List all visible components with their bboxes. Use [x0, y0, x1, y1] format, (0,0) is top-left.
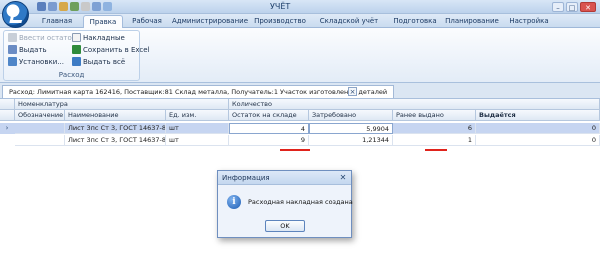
- document-tab[interactable]: Расход: Лимитная карта 162416, Поставщик…: [2, 85, 395, 98]
- settings-label: Установки...: [19, 58, 64, 66]
- tab-main[interactable]: Главная: [33, 15, 81, 28]
- app-logo-icon[interactable]: [2, 1, 29, 28]
- header-group-nomenclature: Номенклатура: [15, 99, 229, 110]
- issue-label: Выдать: [19, 46, 47, 54]
- grid-corner: [0, 99, 15, 110]
- quick-access-folder-icon[interactable]: [59, 2, 68, 11]
- annotation-underline-issued: [425, 149, 447, 151]
- save-to-excel-button[interactable]: Сохранить в Excel: [72, 45, 150, 56]
- table-row[interactable]: Лист 3пс Ст 3, ГОСТ 14637-89 шт 9 1,2134…: [0, 135, 600, 146]
- issue-all-icon: [72, 57, 81, 66]
- quick-access-undo-icon[interactable]: [92, 2, 101, 11]
- cell-stock[interactable]: 4: [229, 123, 309, 134]
- quick-access-save-icon[interactable]: [37, 2, 46, 11]
- issue-all-button[interactable]: Выдать всё: [72, 57, 125, 68]
- cell-requested[interactable]: 1,21344: [309, 135, 393, 146]
- enter-balance-button: Ввести остаток: [8, 33, 76, 44]
- menu-bar: Главная Правка Рабочая Администрирование…: [0, 14, 600, 28]
- ok-button[interactable]: OK: [265, 220, 305, 232]
- dialog-message: Расходная накладная создана: [248, 198, 353, 206]
- cell-issued-before[interactable]: 6: [393, 123, 476, 134]
- tab-production[interactable]: Производство: [252, 15, 308, 28]
- cell-issuing[interactable]: 0: [476, 135, 600, 146]
- cell-issued-before[interactable]: 1: [393, 135, 476, 146]
- header-designation[interactable]: Обозначение: [15, 110, 65, 121]
- maximize-button[interactable]: □: [566, 2, 578, 12]
- tab-preparation[interactable]: Подготовка: [390, 15, 440, 28]
- tab-settings[interactable]: Настройка: [504, 15, 554, 28]
- quick-access-menu-icon[interactable]: [103, 2, 112, 11]
- header-unit[interactable]: Ед. изм.: [166, 110, 229, 121]
- issue-all-label: Выдать всё: [83, 58, 126, 66]
- dialog-close-icon[interactable]: ✕: [338, 173, 348, 183]
- header-requested[interactable]: Затребовано: [309, 110, 393, 121]
- row-indicator-header: [0, 110, 15, 121]
- header-issuing[interactable]: Выдаётся: [476, 110, 600, 121]
- invoices-label: Накладные: [83, 34, 125, 42]
- cell-designation[interactable]: [15, 135, 65, 146]
- quick-access-refresh-icon[interactable]: [70, 2, 79, 11]
- issue-button[interactable]: Выдать: [8, 45, 47, 56]
- settings-button[interactable]: Установки...: [8, 57, 64, 68]
- header-group-quantity: Количество: [229, 99, 600, 110]
- excel-icon: [72, 45, 81, 54]
- ribbon-group-label: Расход: [58, 71, 85, 79]
- invoices-button[interactable]: Накладные: [72, 33, 125, 44]
- document-icon: [72, 33, 81, 42]
- cell-name[interactable]: Лист 3пс Ст 3, ГОСТ 14637-89: [65, 123, 166, 134]
- input-icon: [8, 33, 17, 42]
- info-icon: i: [227, 195, 241, 209]
- close-window-button[interactable]: ✕: [580, 2, 596, 12]
- dialog-title: Информация: [218, 171, 351, 185]
- cell-requested[interactable]: 5,9904: [309, 123, 393, 134]
- tab-administration[interactable]: Администрирование: [171, 15, 249, 28]
- cell-stock[interactable]: 9: [229, 135, 309, 146]
- cell-name[interactable]: Лист 3пс Ст 3, ГОСТ 14637-89: [65, 135, 166, 146]
- title-bar: УЧЁТ – □ ✕: [0, 0, 600, 14]
- cell-issuing[interactable]: 0: [476, 123, 600, 134]
- quick-access-print-icon[interactable]: [81, 2, 90, 11]
- tab-workspace[interactable]: Рабочая: [126, 15, 168, 28]
- table-row[interactable]: › Лист 3пс Ст 3, ГОСТ 14637-89 шт 4 5,99…: [0, 123, 600, 134]
- cell-unit[interactable]: шт: [166, 123, 229, 134]
- current-row-indicator-icon: ›: [5, 124, 9, 132]
- issue-icon: [8, 45, 17, 54]
- info-dialog: Информация ✕ i Расходная накладная созда…: [217, 170, 353, 238]
- enter-balance-label: Ввести остаток: [19, 34, 77, 42]
- ribbon: Ввести остаток Выдать Установки... Накла…: [0, 28, 600, 83]
- settings-icon: [8, 57, 17, 66]
- cell-designation[interactable]: [15, 123, 65, 134]
- tab-edit[interactable]: Правка: [83, 15, 123, 28]
- quick-access-open-icon[interactable]: [48, 2, 57, 11]
- document-tab-strip: Расход: Лимитная карта 162416, Поставщик…: [0, 83, 600, 99]
- annotation-underline-stock: [280, 149, 310, 151]
- save-to-excel-label: Сохранить в Excel: [83, 46, 150, 54]
- document-tab-close-button[interactable]: ×: [348, 87, 357, 96]
- cell-unit[interactable]: шт: [166, 135, 229, 146]
- ribbon-group-expense: Ввести остаток Выдать Установки... Накла…: [3, 30, 150, 81]
- app-title: УЧЁТ: [270, 2, 291, 11]
- header-issued-before[interactable]: Ранее выдано: [393, 110, 476, 121]
- tab-planning[interactable]: Планирование: [443, 15, 501, 28]
- header-stock[interactable]: Остаток на складе: [229, 110, 309, 121]
- header-name[interactable]: Наименование: [65, 110, 166, 121]
- tab-warehouse[interactable]: Складской учёт: [311, 15, 387, 28]
- minimize-button[interactable]: –: [552, 2, 564, 12]
